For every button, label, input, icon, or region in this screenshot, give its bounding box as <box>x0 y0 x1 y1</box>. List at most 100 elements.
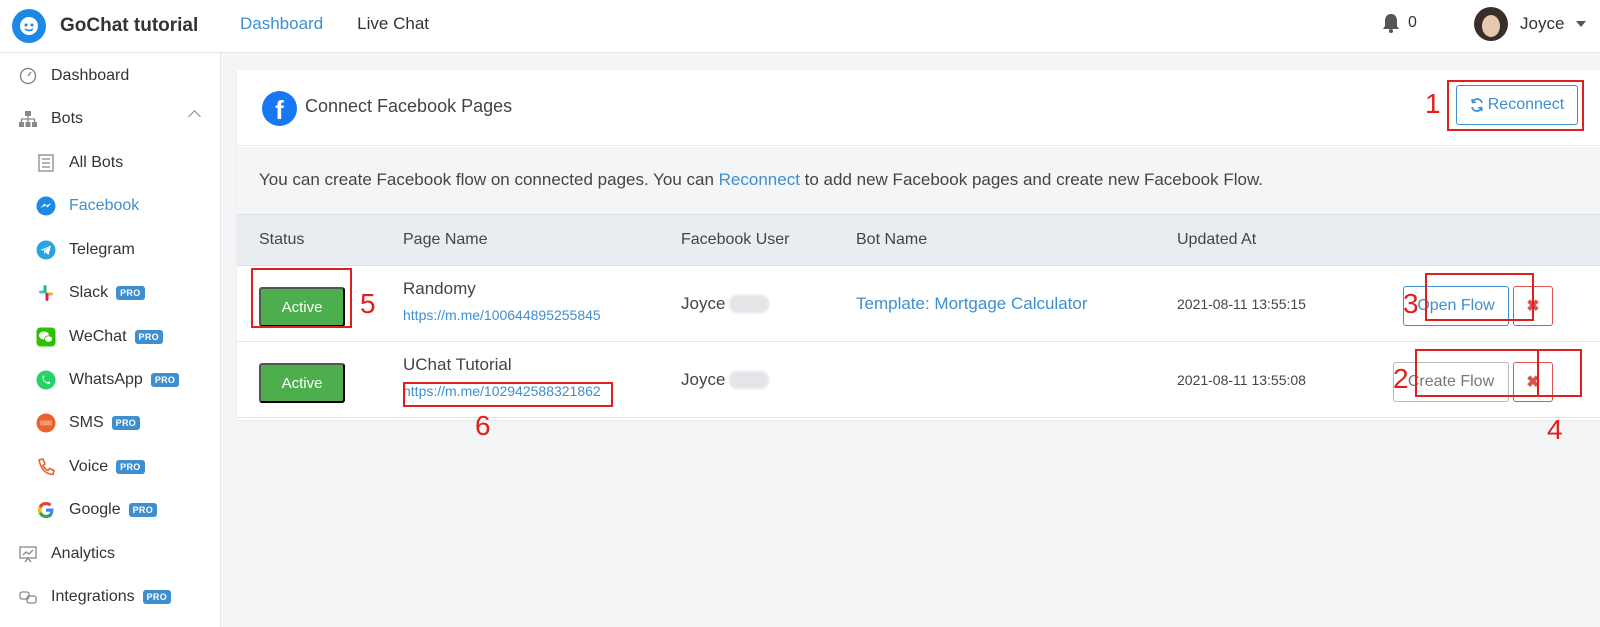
table-header: Status Page Name Facebook User Bot Name … <box>237 214 1600 266</box>
pro-badge: PRO <box>134 330 163 344</box>
annotation-number-5: 5 <box>360 288 376 319</box>
info-text-start: You can create Facebook flow on connecte… <box>259 170 719 189</box>
facebook-user: Joyce <box>681 294 770 314</box>
sidebar-item-label: Bots <box>51 110 84 127</box>
sms-icon <box>35 412 57 434</box>
nav-live-chat[interactable]: Live Chat <box>357 14 429 34</box>
top-nav: Dashboard Live Chat <box>240 14 429 34</box>
annotation-box-4 <box>1537 349 1582 397</box>
chart-icon <box>17 543 39 565</box>
pro-badge: PRO <box>128 503 157 517</box>
sidebar-item-label: Telegram <box>69 241 135 258</box>
annotation-box-1 <box>1447 80 1584 131</box>
column-header-facebook-user: Facebook User <box>681 231 790 248</box>
facebook-icon: f <box>262 91 297 126</box>
column-header-updated-at: Updated At <box>1177 231 1257 248</box>
sidebar-item-bots[interactable]: Bots <box>0 99 221 139</box>
sidebar-item-whatsapp[interactable]: WhatsApp PRO <box>0 360 221 400</box>
sidebar-item-label: Google <box>69 501 121 518</box>
sidebar-item-label: Dashboard <box>51 67 130 84</box>
list-icon <box>35 152 57 174</box>
slack-icon <box>35 282 57 304</box>
sidebar-item-label: SMS <box>69 414 104 431</box>
column-header-bot-name: Bot Name <box>856 231 928 248</box>
sidebar-item-integrations[interactable]: Integrations PRO <box>0 577 221 617</box>
sidebar-item-label: Facebook <box>69 197 140 214</box>
top-bar: GoChat tutorial Dashboard Live Chat 0 Jo… <box>0 0 1600 53</box>
pro-badge: PRO <box>116 460 145 474</box>
bot-name-link[interactable]: Template: Mortgage Calculator <box>856 294 1088 314</box>
sidebar-item-label: All Bots <box>69 154 124 171</box>
notifications[interactable]: 0 <box>1382 13 1417 33</box>
facebook-user: Joyce <box>681 370 770 390</box>
whatsapp-icon <box>35 369 57 391</box>
sidebar-item-label: Voice <box>69 458 109 475</box>
page-link[interactable]: https://m.me/100644895255845 <box>403 307 601 323</box>
user-menu[interactable]: Joyce <box>1474 7 1587 41</box>
annotation-number-6: 6 <box>475 410 491 441</box>
page-name: Randomy <box>403 279 476 298</box>
annotation-number-2: 2 <box>1393 363 1409 394</box>
annotation-box-5 <box>251 268 352 328</box>
pro-badge: PRO <box>150 373 180 387</box>
redacted-surname <box>729 295 770 313</box>
sidebar-item-label: Slack <box>69 284 109 301</box>
sidebar-item-slack[interactable]: Slack PRO <box>0 273 221 313</box>
sidebar-item-dashboard[interactable]: Dashboard <box>0 56 221 96</box>
caret-down-icon <box>1576 21 1587 27</box>
pro-badge: PRO <box>116 286 145 300</box>
annotation-number-1: 1 <box>1425 88 1441 119</box>
info-text: You can create Facebook flow on connecte… <box>259 170 1263 190</box>
bell-icon <box>1383 14 1399 33</box>
integrations-icon <box>17 586 39 608</box>
table-row: Active Randomy https://m.me/100644895255… <box>237 266 1600 342</box>
sidebar-item-label: WhatsApp <box>69 371 143 388</box>
user-name: Joyce <box>1520 14 1565 33</box>
sidebar-item-facebook[interactable]: Facebook <box>0 186 221 226</box>
sidebar-item-sms[interactable]: SMS PRO <box>0 403 221 443</box>
pro-badge: PRO <box>111 416 141 430</box>
status-active-button[interactable]: Active <box>259 363 345 403</box>
pro-badge: PRO <box>142 590 172 604</box>
google-icon <box>35 499 57 521</box>
notification-count: 0 <box>1408 14 1417 31</box>
sitemap-icon <box>17 108 39 130</box>
annotation-number-3: 3 <box>1403 288 1419 319</box>
brand-logo-icon <box>12 9 46 43</box>
dashboard-icon <box>17 65 39 87</box>
telegram-icon <box>35 239 57 261</box>
sidebar-item-telegram[interactable]: Telegram <box>0 230 221 270</box>
brand-name: GoChat tutorial <box>54 13 205 39</box>
phone-icon <box>35 456 57 478</box>
sidebar-item-voice[interactable]: Voice PRO <box>0 447 221 487</box>
page-name: UChat Tutorial <box>403 355 512 374</box>
column-header-status: Status <box>259 231 305 248</box>
avatar <box>1474 7 1508 41</box>
reconnect-link[interactable]: Reconnect <box>719 170 800 189</box>
sidebar-item-all-bots[interactable]: All Bots <box>0 143 221 183</box>
sidebar-item-wechat[interactable]: WeChat PRO <box>0 317 221 357</box>
card-header: f Connect Facebook Pages Reconnect <box>237 70 1600 146</box>
chevron-up-icon <box>188 110 201 123</box>
messenger-icon <box>35 195 57 217</box>
updated-at: 2021-08-11 13:55:15 <box>1177 296 1306 312</box>
updated-at: 2021-08-11 13:55:08 <box>1177 372 1306 388</box>
sidebar-item-label: Integrations <box>51 588 135 605</box>
annotation-number-4: 4 <box>1547 414 1563 445</box>
sidebar-item-analytics[interactable]: Analytics <box>0 534 221 574</box>
nav-dashboard[interactable]: Dashboard <box>240 14 323 34</box>
annotation-box-2 <box>1415 349 1539 397</box>
brand[interactable]: GoChat tutorial <box>12 7 214 45</box>
card-title: Connect Facebook Pages <box>305 96 513 116</box>
sidebar-item-label: WeChat <box>69 328 127 345</box>
info-text-end: to add new Facebook pages and create new… <box>799 170 1264 189</box>
sidebar-item-label: Analytics <box>51 545 116 562</box>
annotation-box-3 <box>1425 273 1534 321</box>
facebook-user-name: Joyce <box>681 370 726 389</box>
info-strip: You can create Facebook flow on connecte… <box>237 147 1600 214</box>
redacted-surname <box>729 371 770 389</box>
sidebar-item-google[interactable]: Google PRO <box>0 490 221 530</box>
wechat-icon <box>35 326 57 348</box>
annotation-box-6 <box>403 382 613 407</box>
facebook-user-name: Joyce <box>681 294 726 313</box>
